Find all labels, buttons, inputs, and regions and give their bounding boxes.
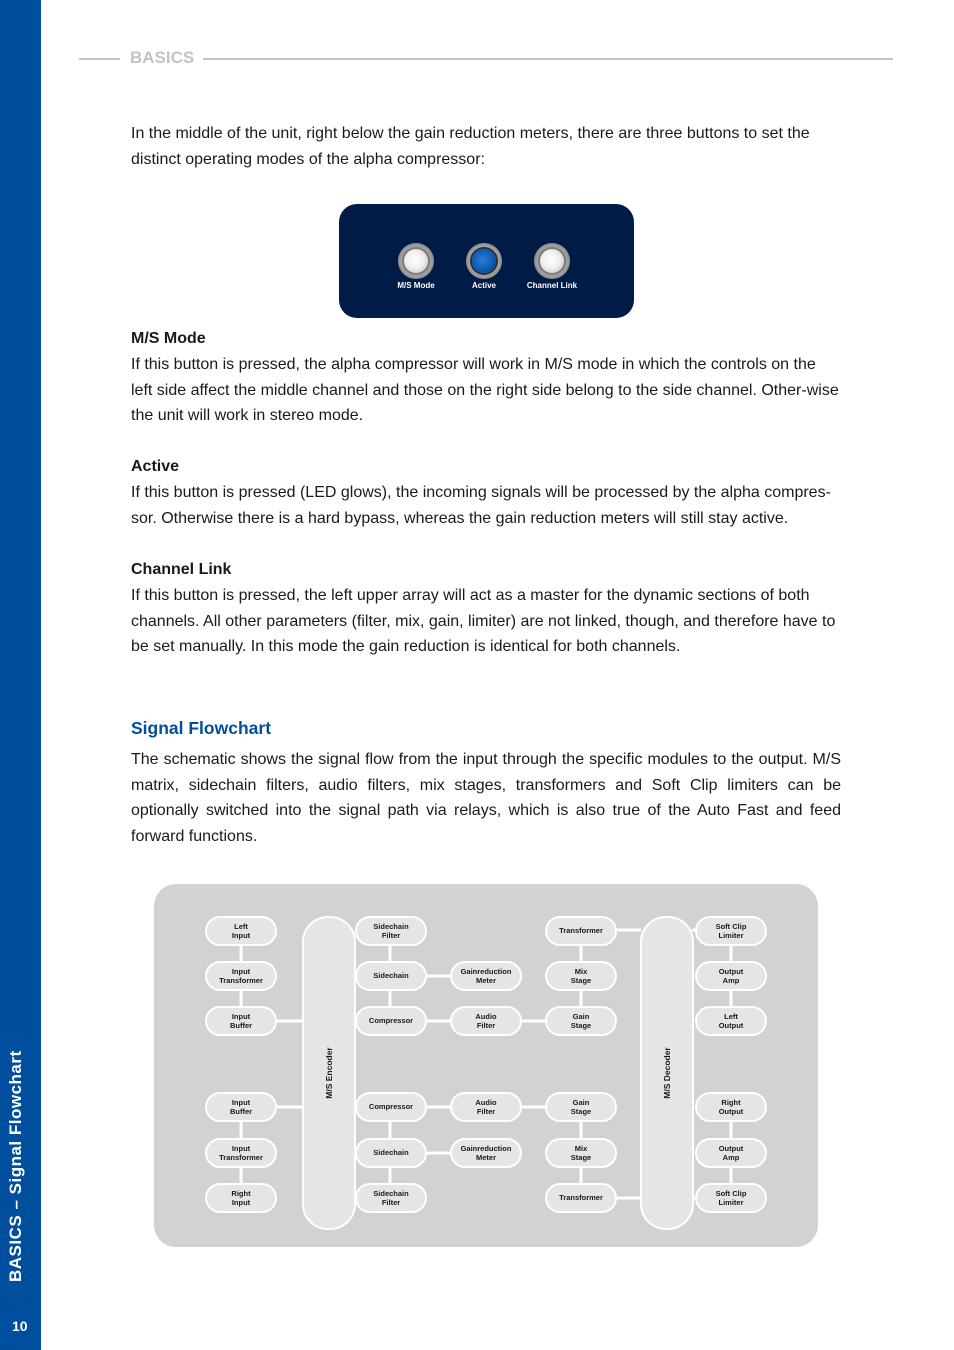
led-icon bbox=[404, 249, 428, 273]
ms-mode-button[interactable] bbox=[398, 243, 434, 279]
channel-link-button[interactable] bbox=[534, 243, 570, 279]
right-gain-stage-node: Gain Stage bbox=[545, 1092, 617, 1122]
section-header: BASICS bbox=[130, 48, 195, 67]
left-sidechain-filter-node: Sidechain Filter bbox=[355, 916, 427, 946]
sidebar: BASICS – Signal Flowchart 10 bbox=[0, 0, 41, 1350]
right-soft-clip-limiter-node: Soft Clip Limiter bbox=[695, 1183, 767, 1213]
left-soft-clip-limiter-node: Soft Clip Limiter bbox=[695, 916, 767, 946]
page-number: 10 bbox=[12, 1318, 28, 1334]
mode-button-panel: M/S Mode Active Channel Link bbox=[339, 204, 634, 318]
ms-decoder: M/S Decoder bbox=[640, 916, 694, 1230]
right-output-node: Right Output bbox=[695, 1092, 767, 1122]
right-audio-filter-node: Audio Filter bbox=[450, 1092, 522, 1122]
left-compressor-node: Compressor bbox=[355, 1006, 427, 1036]
right-output-amp-node: Output Amp bbox=[695, 1138, 767, 1168]
header-rule-left bbox=[79, 58, 120, 60]
left-input-node: Left Input bbox=[205, 916, 277, 946]
ms-encoder: M/S Encoder bbox=[302, 916, 356, 1230]
left-input-transformer-node: Input Transformer bbox=[205, 961, 277, 991]
right-input-buffer-node: Input Buffer bbox=[205, 1092, 277, 1122]
ms-mode-text: If this button is pressed, the alpha com… bbox=[131, 356, 839, 425]
left-output-node: Left Output bbox=[695, 1006, 767, 1036]
signal-flowchart-heading: Signal Flowchart bbox=[131, 718, 272, 738]
left-audio-filter-node: Audio Filter bbox=[450, 1006, 522, 1036]
right-sidechain-node: Sidechain bbox=[355, 1138, 427, 1168]
right-gainreduction-meter-node: Gainreduction Meter bbox=[450, 1138, 522, 1168]
signal-flowchart-description: The schematic shows the signal flow from… bbox=[131, 751, 841, 846]
right-transformer-node: Transformer bbox=[545, 1183, 617, 1213]
left-mix-stage-node: Mix Stage bbox=[545, 961, 617, 991]
left-input-buffer-node: Input Buffer bbox=[205, 1006, 277, 1036]
right-mix-stage-node: Mix Stage bbox=[545, 1138, 617, 1168]
led-icon bbox=[540, 249, 564, 273]
active-text: If this button is pressed (LED glows), t… bbox=[131, 484, 831, 527]
channel-link-text: If this button is pressed, the left uppe… bbox=[131, 587, 836, 656]
channel-link-heading: Channel Link bbox=[131, 561, 232, 578]
active-heading: Active bbox=[131, 458, 180, 475]
right-compressor-node: Compressor bbox=[355, 1092, 427, 1122]
active-button[interactable] bbox=[466, 243, 502, 279]
sidebar-title: BASICS – Signal Flowchart bbox=[6, 1050, 25, 1282]
right-input-node: Right Input bbox=[205, 1183, 277, 1213]
ms-decoder-label: M/S Decoder bbox=[662, 1047, 672, 1099]
left-gain-stage-node: Gain Stage bbox=[545, 1006, 617, 1036]
intro-paragraph: In the middle of the unit, right below t… bbox=[131, 125, 810, 168]
left-transformer-node: Transformer bbox=[545, 916, 617, 946]
channel-link-label: Channel Link bbox=[526, 281, 578, 290]
signal-flowchart-diagram: M/S Encoder M/S Decoder Left Input Input… bbox=[154, 884, 818, 1247]
left-gainreduction-meter-node: Gainreduction Meter bbox=[450, 961, 522, 991]
left-output-amp-node: Output Amp bbox=[695, 961, 767, 991]
ms-mode-heading: M/S Mode bbox=[131, 330, 206, 347]
right-sidechain-filter-node: Sidechain Filter bbox=[355, 1183, 427, 1213]
right-input-transformer-node: Input Transformer bbox=[205, 1138, 277, 1168]
led-icon bbox=[472, 249, 496, 273]
header-rule-right bbox=[203, 58, 893, 60]
ms-encoder-label: M/S Encoder bbox=[324, 1047, 334, 1099]
left-sidechain-node: Sidechain bbox=[355, 961, 427, 991]
